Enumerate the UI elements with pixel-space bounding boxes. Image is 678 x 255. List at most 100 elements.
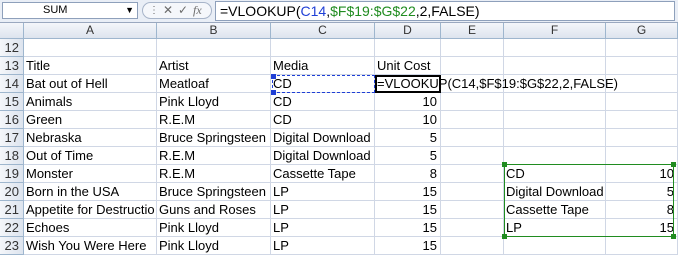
cell-d16[interactable]: 10	[375, 111, 441, 129]
cell[interactable]	[24, 39, 157, 57]
cell[interactable]	[504, 93, 606, 111]
cell-c18[interactable]: Digital Download	[271, 147, 375, 165]
cell-b19[interactable]: R.E.M	[157, 165, 271, 183]
range-handle-icon[interactable]	[671, 162, 676, 167]
cell-c16[interactable]: CD	[271, 111, 375, 129]
cell[interactable]	[441, 237, 504, 255]
cell-c15[interactable]: CD	[271, 93, 375, 111]
cell-b16[interactable]: R.E.M	[157, 111, 271, 129]
cell-d21[interactable]: 15	[375, 201, 441, 219]
row-header[interactable]: 17	[0, 129, 24, 147]
cell-b15[interactable]: Pink Lloyd	[157, 93, 271, 111]
cell-d17[interactable]: 5	[375, 129, 441, 147]
cell-d18[interactable]: 5	[375, 147, 441, 165]
cell-a17[interactable]: Nebraska	[24, 129, 157, 147]
cell[interactable]	[606, 57, 678, 75]
cell[interactable]	[375, 39, 441, 57]
cell-a14[interactable]: Bat out of Hell	[24, 75, 157, 93]
row-header[interactable]: 13	[0, 57, 24, 75]
column-header-g[interactable]: G	[606, 23, 678, 39]
row-header[interactable]: 20	[0, 183, 24, 201]
range-handle-icon[interactable]	[502, 162, 507, 167]
cell[interactable]	[271, 39, 375, 57]
cell-d22[interactable]: 15	[375, 219, 441, 237]
enter-icon[interactable]: ✓	[178, 3, 188, 18]
cell[interactable]	[441, 183, 504, 201]
cell[interactable]	[504, 237, 606, 255]
chevron-down-icon[interactable]: ▼	[125, 3, 134, 18]
formula-input[interactable]: =VLOOKUP(C14,$F$19:$G$22,2,FALSE)	[215, 1, 675, 21]
row-header[interactable]: 21	[0, 201, 24, 219]
cell-c17[interactable]: Digital Download	[271, 129, 375, 147]
cell[interactable]	[441, 57, 504, 75]
cell-b18[interactable]: R.E.M	[157, 147, 271, 165]
cell[interactable]	[441, 219, 504, 237]
cell-a20[interactable]: Born in the USA	[24, 183, 157, 201]
cell[interactable]	[606, 93, 678, 111]
cell-d15[interactable]: 10	[375, 93, 441, 111]
cell-b13[interactable]: Artist	[157, 57, 271, 75]
cell-c23[interactable]: LP	[271, 237, 375, 255]
cell-c20[interactable]: LP	[271, 183, 375, 201]
cell[interactable]	[441, 93, 504, 111]
cell[interactable]	[441, 129, 504, 147]
cell-a16[interactable]: Green	[24, 111, 157, 129]
cell[interactable]	[606, 39, 678, 57]
row-header[interactable]: 14	[0, 75, 24, 93]
cell-a18[interactable]: Out of Time	[24, 147, 157, 165]
cell-c22[interactable]: LP	[271, 219, 375, 237]
cell[interactable]	[441, 147, 504, 165]
cell-a23[interactable]: Wish You Were Here	[24, 237, 157, 255]
cell-b14[interactable]: Meatloaf	[157, 75, 271, 93]
row-header[interactable]: 15	[0, 93, 24, 111]
range-handle-icon[interactable]	[671, 234, 676, 239]
range-handle-icon[interactable]	[502, 234, 507, 239]
name-box[interactable]: SUM ▼	[2, 2, 138, 19]
cell[interactable]	[504, 57, 606, 75]
cell[interactable]	[441, 165, 504, 183]
cell[interactable]	[441, 111, 504, 129]
column-header-e[interactable]: E	[441, 23, 504, 39]
column-header-d[interactable]: D	[375, 23, 441, 39]
cell[interactable]	[606, 129, 678, 147]
cell-a13[interactable]: Title	[24, 57, 157, 75]
cell-b23[interactable]: Pink Lloyd	[157, 237, 271, 255]
cell-b20[interactable]: Bruce Springsteen	[157, 183, 271, 201]
row-header[interactable]: 18	[0, 147, 24, 165]
cell[interactable]	[441, 39, 504, 57]
range-handle-icon[interactable]	[271, 74, 276, 79]
select-all-corner[interactable]	[0, 23, 24, 39]
range-handle-icon[interactable]	[271, 90, 276, 95]
insert-function-icon[interactable]: fx	[193, 3, 202, 18]
cell[interactable]	[606, 111, 678, 129]
cell[interactable]	[606, 147, 678, 165]
cell-a22[interactable]: Echoes	[24, 219, 157, 237]
column-header-c[interactable]: C	[271, 23, 375, 39]
column-header-f[interactable]: F	[504, 23, 606, 39]
cell[interactable]	[504, 129, 606, 147]
cell-b22[interactable]: Pink Lloyd	[157, 219, 271, 237]
cell[interactable]	[504, 147, 606, 165]
row-header[interactable]: 16	[0, 111, 24, 129]
cell[interactable]	[606, 237, 678, 255]
cell-a19[interactable]: Monster	[24, 165, 157, 183]
row-header[interactable]: 23	[0, 237, 24, 255]
cell[interactable]	[504, 39, 606, 57]
cell-d19[interactable]: 8	[375, 165, 441, 183]
active-cell-d14[interactable]: =VLOOKUP(C14,$F$19:$G$22,2,FALSE)	[375, 75, 618, 93]
cancel-icon[interactable]: ✕	[163, 3, 173, 18]
cell-c19[interactable]: Cassette Tape	[271, 165, 375, 183]
cell-a15[interactable]: Animals	[24, 93, 157, 111]
cell-c13[interactable]: Media	[271, 57, 375, 75]
cell[interactable]	[157, 39, 271, 57]
cell-d13[interactable]: Unit Cost	[375, 57, 441, 75]
cell-b17[interactable]: Bruce Springsteen	[157, 129, 271, 147]
cell-d23[interactable]: 15	[375, 237, 441, 255]
row-header[interactable]: 22	[0, 219, 24, 237]
cell-d20[interactable]: 15	[375, 183, 441, 201]
cell[interactable]	[504, 111, 606, 129]
column-header-a[interactable]: A	[24, 23, 157, 39]
cell-c21[interactable]: LP	[271, 201, 375, 219]
cell-b21[interactable]: Guns and Roses	[157, 201, 271, 219]
cell[interactable]	[441, 201, 504, 219]
